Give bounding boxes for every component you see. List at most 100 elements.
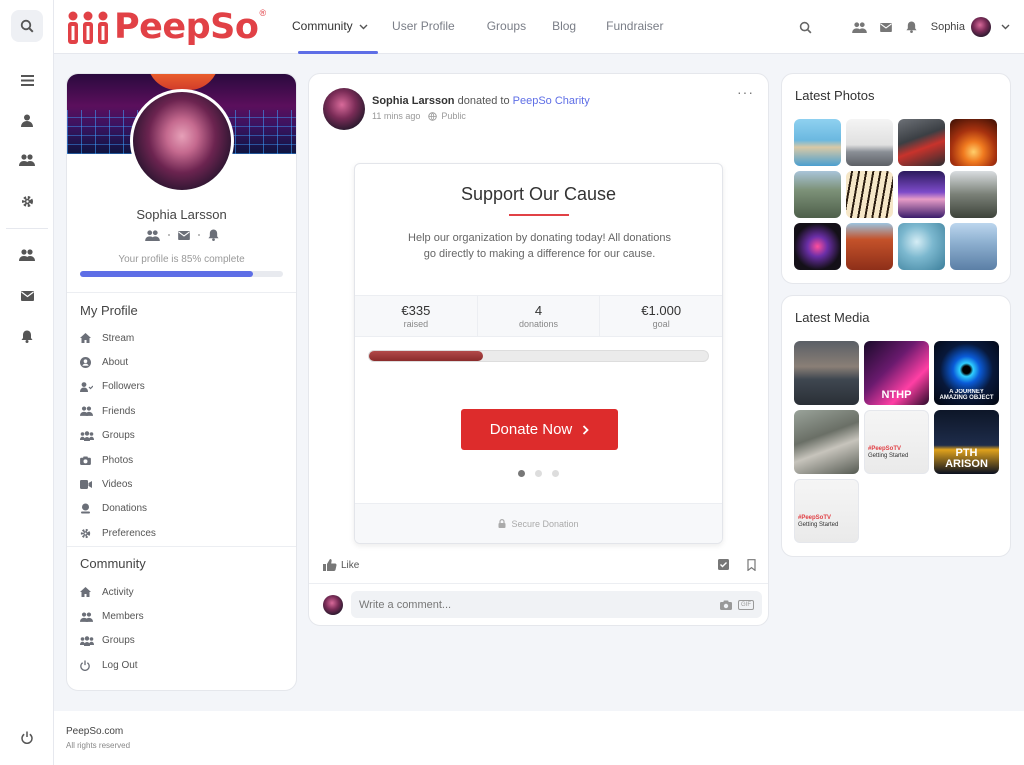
- photo-tile-water-drops[interactable]: [898, 223, 945, 270]
- carousel-dots: [355, 470, 722, 477]
- like-button[interactable]: Like: [323, 559, 359, 571]
- photo-tile-purple-landscape[interactable]: [898, 171, 945, 218]
- carousel-dot[interactable]: [518, 470, 525, 477]
- photo-tile-apartment-building[interactable]: [794, 171, 841, 218]
- power-icon[interactable]: [11, 721, 43, 753]
- nav-community[interactable]: Community: [280, 0, 380, 54]
- photo-tile-olympic-sunset[interactable]: [950, 119, 997, 166]
- post-options-icon[interactable]: ···: [737, 84, 754, 100]
- mail-icon[interactable]: [11, 280, 43, 312]
- media-tile-caption: #PeepSoTV Getting Started: [868, 446, 908, 460]
- my-profile-item-groups-label: Groups: [102, 430, 135, 442]
- friends-icon[interactable]: [11, 239, 43, 271]
- post-meta: 11 mins ago Public: [372, 111, 466, 121]
- header-avatar[interactable]: [971, 17, 991, 37]
- my-profile-item-about[interactable]: About: [80, 350, 280, 374]
- donation-title: Support Our Cause: [460, 184, 617, 204]
- community-item-log-out[interactable]: Log Out: [80, 653, 280, 677]
- profile-bell-icon[interactable]: [207, 229, 219, 241]
- post-author-avatar[interactable]: [323, 88, 365, 130]
- search-icon[interactable]: [11, 10, 43, 42]
- header-mail-icon[interactable]: [873, 22, 899, 32]
- my-profile-item-groups[interactable]: Groups: [80, 424, 280, 448]
- power-icon: [80, 660, 102, 671]
- media-tile-harbor-dusk[interactable]: [794, 341, 859, 405]
- nav-groups[interactable]: Groups: [467, 0, 546, 54]
- post-actions: Like: [323, 559, 756, 571]
- post-privacy[interactable]: Public: [441, 111, 466, 121]
- carousel-dot[interactable]: [552, 470, 559, 477]
- donation-progress-bar: [368, 350, 709, 362]
- donate-now-button[interactable]: Donate Now: [461, 409, 618, 450]
- photo-tile-red-canyon[interactable]: [846, 223, 893, 270]
- post-time[interactable]: 11 mins ago: [372, 111, 420, 121]
- gear-icon[interactable]: [11, 185, 43, 217]
- latest-photos-title: Latest Photos: [795, 88, 875, 103]
- header-bell-icon[interactable]: [899, 21, 925, 33]
- like-label: Like: [341, 559, 360, 571]
- header-search-icon[interactable]: [793, 21, 819, 34]
- gif-icon[interactable]: GIF: [738, 599, 754, 610]
- nav-fundraiser[interactable]: Fundraiser: [594, 0, 675, 54]
- latest-media-widget: Latest Media NTHP A JOURNEY AMAZING OBJEC…: [781, 295, 1011, 557]
- post-author-name[interactable]: Sophia Larsson: [372, 95, 455, 107]
- profile-mail-icon[interactable]: [177, 230, 190, 240]
- nav-blog[interactable]: Blog: [546, 0, 594, 54]
- my-profile-item-followers[interactable]: Followers: [80, 375, 280, 399]
- members-icon[interactable]: [11, 144, 43, 176]
- post-header: Sophia Larsson donated to PeepSo Charity: [372, 95, 590, 107]
- media-tile-blue-eye[interactable]: A JOURNEY AMAZING OBJECT: [934, 341, 999, 405]
- photo-tile-formula-race[interactable]: [898, 119, 945, 166]
- menu-icon[interactable]: [11, 64, 43, 96]
- my-profile-item-preferences[interactable]: Preferences: [80, 521, 280, 545]
- bookmark-icon[interactable]: [747, 559, 756, 571]
- photo-tile-lightbulbs-laptop[interactable]: [846, 119, 893, 166]
- header-friends-icon[interactable]: [847, 21, 873, 33]
- user-circle-icon: [80, 357, 102, 369]
- post-target-link[interactable]: PeepSo Charity: [513, 95, 590, 107]
- community-item-groups[interactable]: Groups: [80, 629, 280, 653]
- my-profile-item-photos[interactable]: Photos: [80, 448, 280, 472]
- logo-mark-icon: [68, 11, 108, 44]
- profile-name[interactable]: Sophia Larsson: [67, 207, 296, 222]
- photo-tile-piano-keys[interactable]: [846, 171, 893, 218]
- photo-tile-neon-drone[interactable]: [794, 223, 841, 270]
- media-tile-aerial-city[interactable]: [794, 410, 859, 474]
- footer-site[interactable]: PeepSo.com: [66, 726, 123, 737]
- community-item-activity-label: Activity: [102, 586, 134, 598]
- my-profile-item-photos-label: Photos: [102, 454, 134, 466]
- my-profile-item-videos[interactable]: Videos: [80, 472, 280, 496]
- carousel-dot[interactable]: [535, 470, 542, 477]
- media-tile-peepsotv[interactable]: #PeepSoTV Getting Started: [864, 410, 929, 474]
- photo-tile-city-tower[interactable]: [950, 171, 997, 218]
- bell-icon[interactable]: [11, 320, 43, 352]
- media-tile-neon-portrait[interactable]: NTHP: [864, 341, 929, 405]
- community-title: Community: [80, 556, 146, 571]
- user-icon[interactable]: [11, 104, 43, 136]
- stat-goal-label: goal: [652, 319, 670, 329]
- community-item-members[interactable]: Members: [80, 604, 280, 628]
- user-menu-chevron-icon[interactable]: [1001, 24, 1010, 30]
- left-rail: [0, 0, 54, 765]
- profile-friends-icon[interactable]: [144, 229, 160, 241]
- my-profile-item-friends[interactable]: Friends: [80, 399, 280, 423]
- photo-tile-skyscrapers[interactable]: [950, 223, 997, 270]
- nav-user-profile[interactable]: User Profile: [380, 0, 467, 54]
- peepso-logo[interactable]: PeepSo ®: [66, 6, 266, 48]
- profile-card: Sophia Larsson Your profile is 85% compl…: [66, 73, 297, 691]
- profile-avatar[interactable]: [130, 89, 234, 193]
- media-tile-peepsotv[interactable]: #PeepSoTV Getting Started: [794, 479, 859, 543]
- top-bar: PeepSo ® Community User Profile Groups B…: [54, 0, 1024, 54]
- my-profile-item-stream[interactable]: Stream: [80, 326, 280, 350]
- photo-tile-coastal-city[interactable]: [794, 119, 841, 166]
- media-tile-night-bridge[interactable]: PTH ARISON: [934, 410, 999, 474]
- community-item-log-out-label: Log Out: [102, 659, 138, 671]
- community-item-activity[interactable]: Activity: [80, 580, 280, 604]
- camera-icon[interactable]: [720, 600, 732, 610]
- my-profile-item-donations[interactable]: Donations: [80, 497, 280, 521]
- header-username[interactable]: Sophia: [931, 21, 965, 33]
- media-tile-caption: #PeepSoTV Getting Started: [798, 515, 838, 529]
- comment-input[interactable]: Write a comment... GIF: [351, 591, 762, 618]
- title-underline: [509, 214, 569, 216]
- check-square-icon[interactable]: [718, 559, 729, 570]
